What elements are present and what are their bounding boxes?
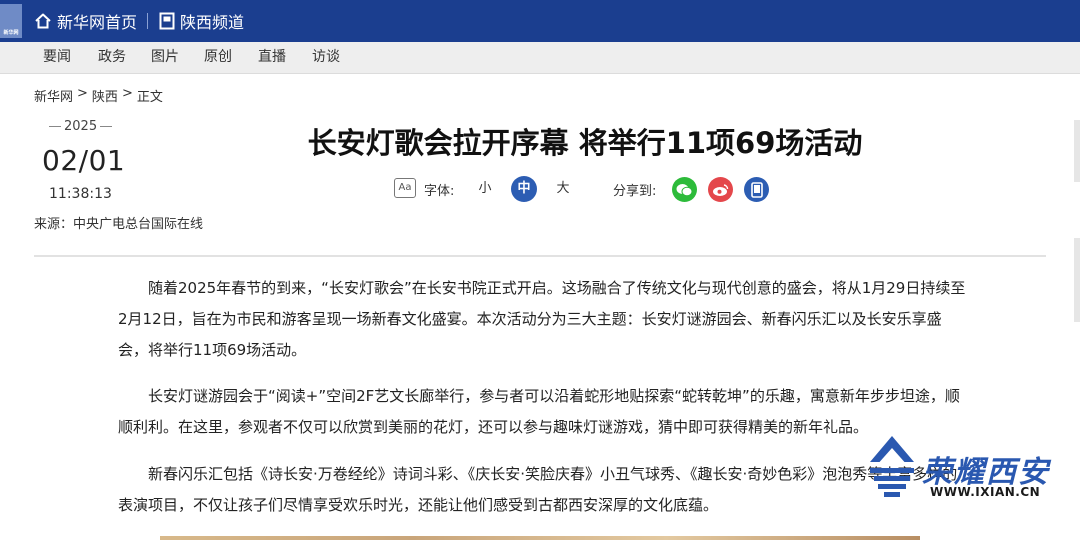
font-size-medium-button[interactable]: 中 (511, 176, 537, 202)
subnav-item-interview[interactable]: 访谈 (312, 42, 340, 73)
article-paragraph: 随着2025年春节的到来，“长安灯歌会”在长安书院正式开启。这场融合了传统文化与… (118, 279, 966, 359)
home-icon (35, 13, 51, 29)
article-source: 来源：中央广电总台国际在线 (34, 217, 204, 232)
subnav-item-news[interactable]: 要闻 (43, 42, 71, 73)
breadcrumb: 新华网 > 陕西 > 正文 (34, 86, 163, 105)
nav-separator (147, 13, 148, 29)
nav-channel-link[interactable]: 陕西频道 (159, 10, 244, 32)
article-paragraph: 新春闪乐汇包括《诗长安·万卷经纶》诗词斗彩、《庆长安·笑脸庆春》小丑气球秀、《趣… (118, 465, 958, 514)
breadcrumb-separator: > (121, 86, 133, 101)
sub-nav: 要闻 政务 图片 原创 直播 访谈 (0, 42, 1080, 74)
share-mobile-button[interactable] (744, 177, 769, 202)
breadcrumb-item-current: 正文 (136, 90, 163, 105)
nav-channel-label: 陕西频道 (180, 13, 245, 32)
breadcrumb-item-xinhua[interactable]: 新华网 (34, 86, 73, 105)
logo-text: 新华网 (3, 30, 19, 36)
watermark-url: WWW.IXIAN.CN (930, 485, 1041, 499)
mobile-icon (750, 181, 763, 198)
weibo-icon (713, 183, 729, 196)
share-label: 分享到: (613, 184, 657, 199)
font-size-large-button[interactable]: 大 (550, 176, 576, 202)
xinhua-logo[interactable]: 新华网 (0, 4, 22, 38)
font-size-label: 字体: (424, 184, 455, 199)
wechat-icon (676, 183, 693, 196)
subnav-item-original[interactable]: 原创 (204, 42, 232, 73)
document-icon (159, 12, 175, 30)
nav-home-link[interactable]: 新华网首页 (34, 10, 137, 32)
subnav-item-photos[interactable]: 图片 (151, 42, 179, 73)
subnav-item-live[interactable]: 直播 (258, 42, 286, 73)
subnav-item-politics[interactable]: 政务 (98, 42, 126, 73)
breadcrumb-separator: > (77, 86, 88, 101)
share-wechat-button[interactable] (672, 177, 697, 202)
side-float-tab[interactable] (1074, 238, 1080, 322)
article-title: 长安灯歌会拉开序幕 将举行11项69场活动 (307, 126, 863, 160)
side-float-tab[interactable] (1074, 120, 1080, 182)
publish-time: 11:38:13 (49, 186, 112, 202)
top-bar: 新华网 新华网首页 陕西频道 (0, 0, 1080, 42)
share-weibo-button[interactable] (708, 177, 733, 202)
font-size-small-button[interactable]: 小 (472, 176, 498, 202)
header-divider (34, 255, 1046, 257)
article-image-top (160, 536, 920, 540)
breadcrumb-item-shaanxi[interactable]: 陕西 (92, 86, 118, 105)
nav-home-label: 新华网首页 (57, 13, 138, 32)
font-size-icon: Aa (394, 178, 416, 198)
article-paragraph: 长安灯谜游园会于“阅读+”空间2F艺文长廊举行，参与者可以沿着蛇形地贴探索“蛇转… (118, 387, 960, 436)
